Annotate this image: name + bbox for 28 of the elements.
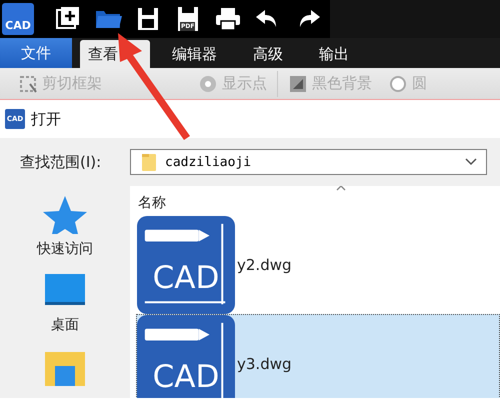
- look-in-dropdown[interactable]: cadziliaoji: [130, 149, 487, 175]
- crop-frame-icon: [18, 74, 38, 94]
- cad-label: CAD: [152, 260, 220, 296]
- chevron-down-icon: [464, 157, 478, 167]
- ribbon-tab[interactable]: 输出: [305, 40, 363, 68]
- ribbon-tab[interactable]: 编辑器: [158, 40, 231, 68]
- dimension-lines-icon: [144, 223, 226, 304]
- look-in-label: 查找范围(I):: [20, 152, 102, 172]
- crosshair-icon: [198, 74, 218, 94]
- quick-place[interactable]: 桌面: [51, 316, 79, 334]
- dialog-title: 打开: [31, 110, 61, 128]
- ribbon-tab[interactable]: 高级: [239, 40, 297, 68]
- app-logo[interactable]: CAD: [2, 3, 34, 35]
- cad-label: CAD: [152, 358, 220, 394]
- file-row[interactable]: CAD y2.dwg: [136, 215, 500, 314]
- star-icon: [41, 194, 89, 234]
- square-icon: [288, 74, 308, 94]
- circle-icon: [388, 74, 408, 94]
- column-header[interactable]: 名称: [130, 186, 166, 215]
- file-name: y3.dwg: [237, 354, 292, 372]
- file-menu-tab[interactable]: 文件: [0, 38, 72, 68]
- quick-place[interactable]: 快速访问: [37, 240, 93, 258]
- file-row[interactable]: CAD y3.dwg: [136, 314, 500, 398]
- pencil-icon: [144, 229, 210, 241]
- file-name: y2.dwg: [237, 256, 292, 274]
- pencil-icon: [144, 328, 210, 340]
- dimension-lines-icon: [221, 322, 224, 398]
- folder-icon: [141, 152, 157, 172]
